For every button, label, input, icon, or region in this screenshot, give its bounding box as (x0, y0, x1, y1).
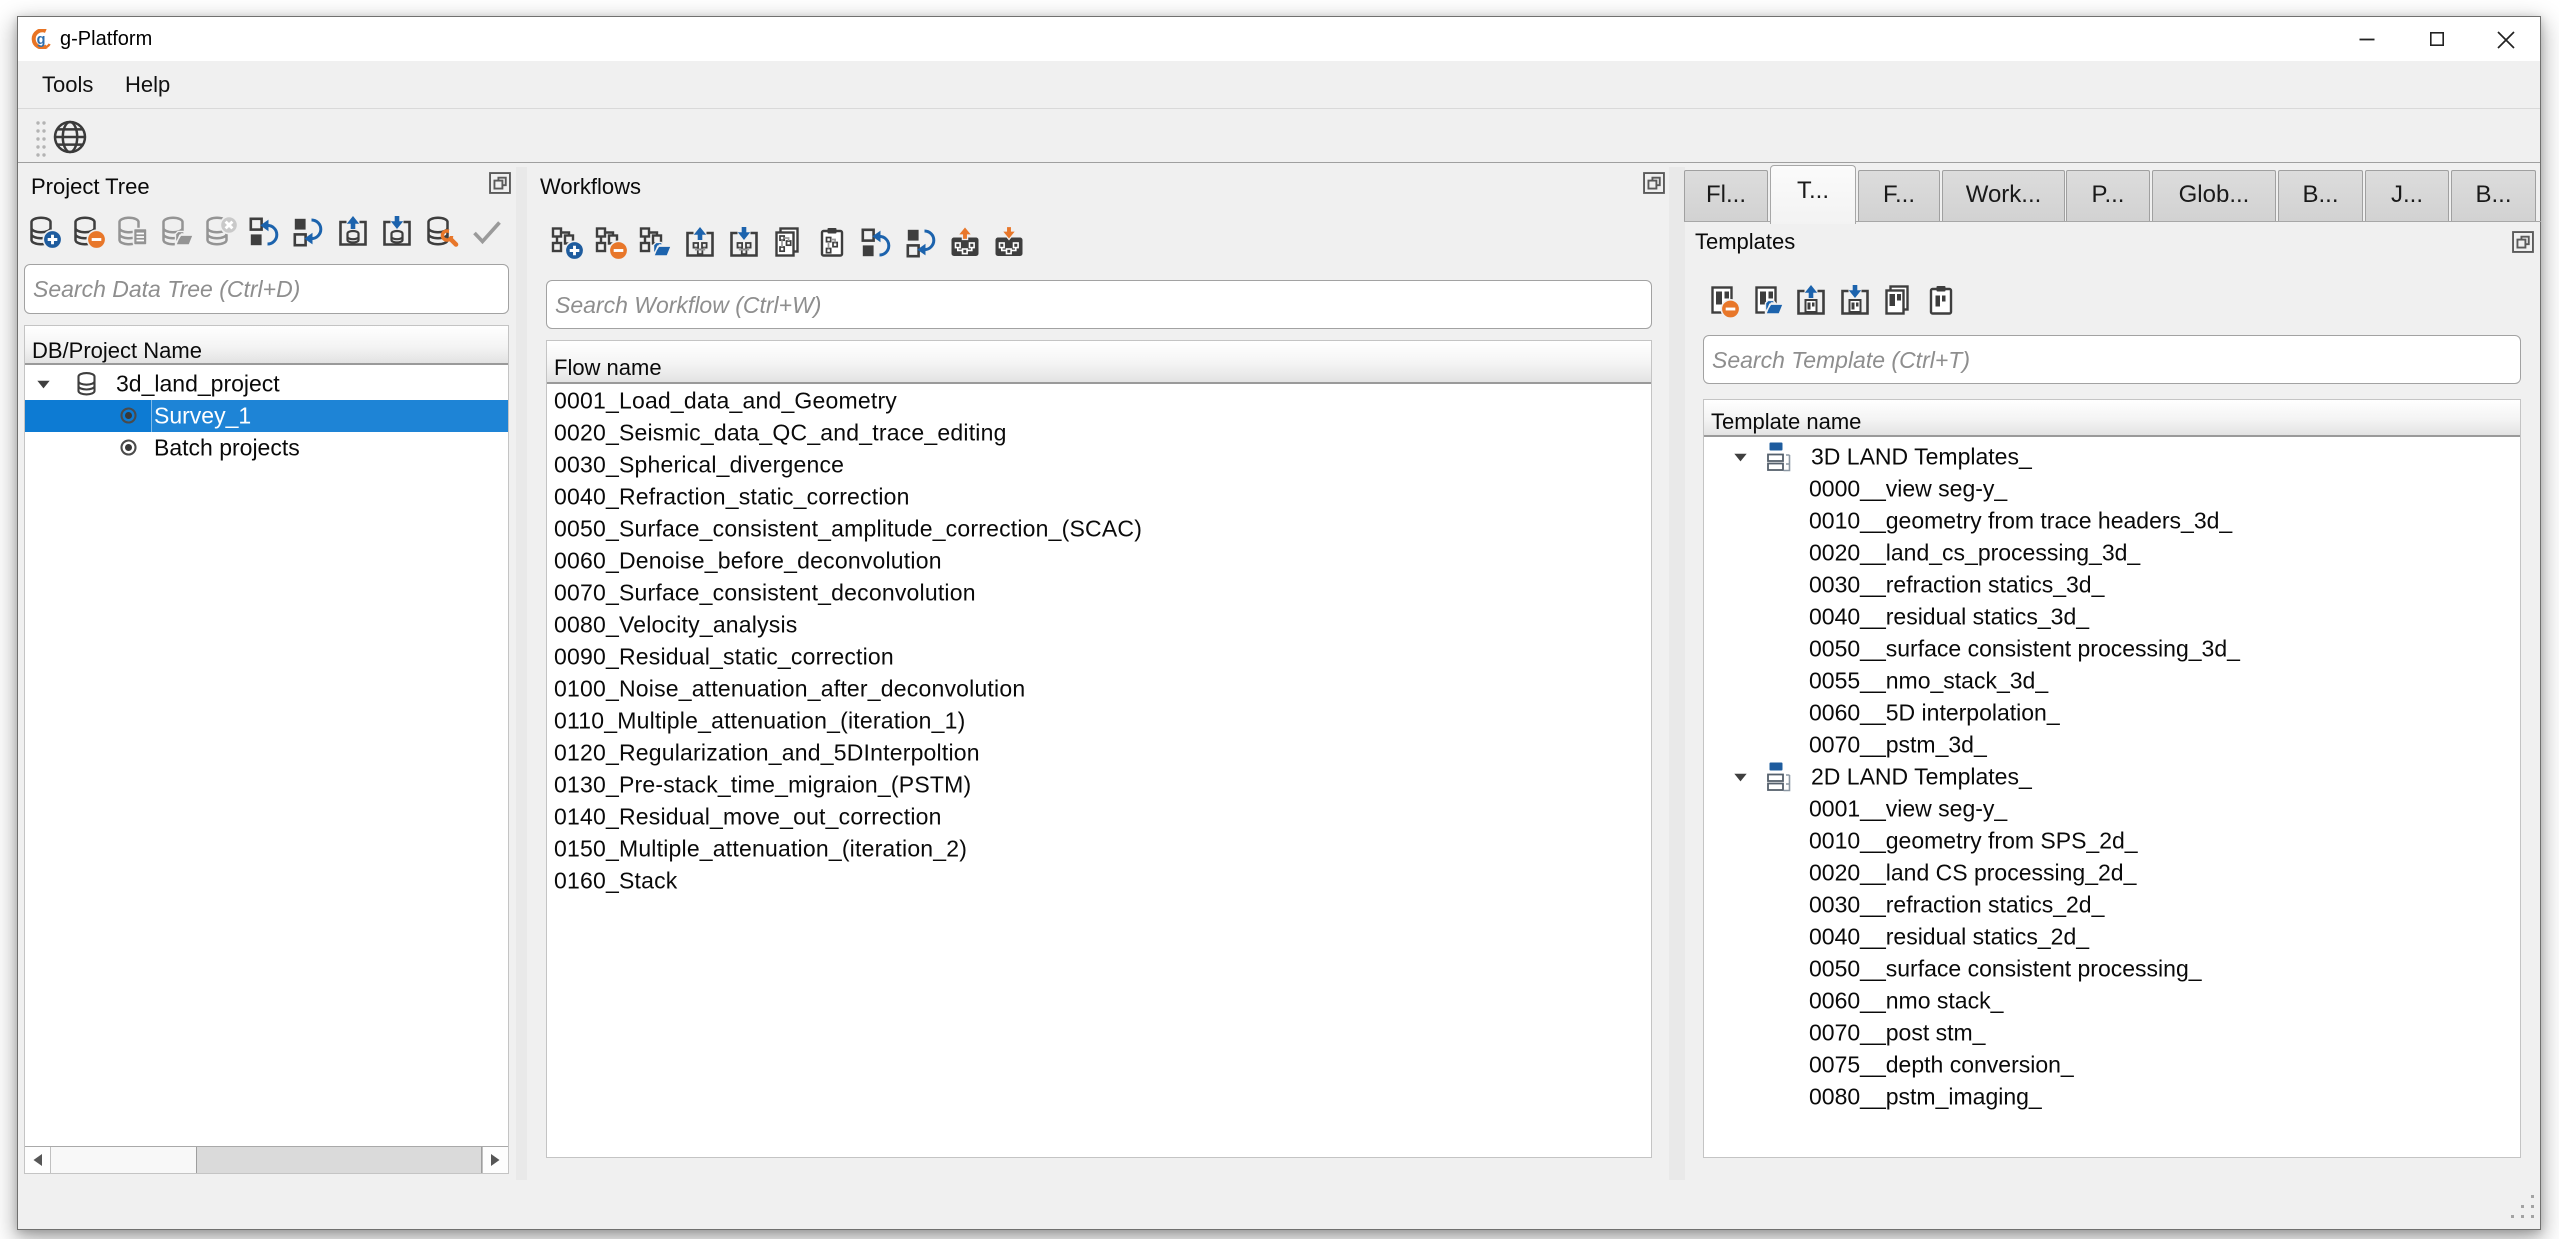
svg-text:g: g (37, 32, 46, 48)
